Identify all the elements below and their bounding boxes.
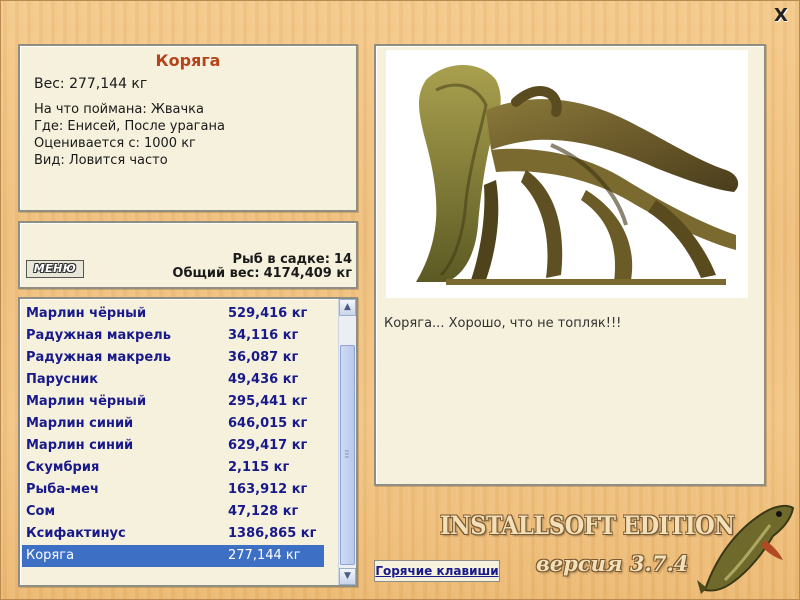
fish-name: Радужная макрель (26, 328, 171, 343)
fish-name: Ксифактинус (26, 526, 126, 541)
total-weight-value: 4174,409 кг (263, 266, 352, 281)
fish-weight: 36,087 кг (228, 350, 299, 365)
fish-weight: 529,416 кг (228, 306, 308, 321)
menu-button[interactable]: МЕНЮ (26, 260, 84, 278)
scroll-up-button[interactable]: ▲ (339, 299, 356, 316)
detail-rarity: Вид: Ловится часто (34, 153, 168, 168)
fish-name: Скумбрия (26, 460, 100, 475)
scroll-down-button[interactable]: ▼ (339, 568, 356, 585)
fish-name: Марлин синий (26, 438, 134, 453)
detail-valuation: Оценивается с: 1000 кг (34, 136, 196, 151)
list-item[interactable]: Марлин синий 646,015 кг (22, 413, 324, 435)
list-item[interactable]: Скумбрия 2,115 кг (22, 457, 324, 479)
fish-title: Коряга (155, 51, 221, 70)
fish-name: Марлин синий (26, 416, 134, 431)
fish-name: Парусник (26, 372, 99, 387)
fish-weight: 295,441 кг (228, 394, 308, 409)
fish-name: Марлин чёрный (26, 306, 147, 321)
list-item[interactable]: Сом 47,128 кг (22, 501, 324, 523)
fish-weight: 34,116 кг (228, 328, 299, 343)
driftwood-image (416, 65, 739, 285)
list-item[interactable]: Радужная макрель 36,087 кг (22, 347, 324, 369)
fish-weight: 1386,865 кг (228, 526, 317, 541)
fish-weight: 629,417 кг (228, 438, 308, 453)
brand-logo-text: INSTALLSOFT EDITION (440, 511, 735, 540)
keepnet-summary-panel: МЕНЮ Рыб в садке: 14 Общий вес: 4174,409 к… (18, 221, 358, 289)
list-item[interactable]: Парусник 49,436 кг (22, 369, 324, 391)
list-item[interactable]: Ксифактинус 1386,865 кг (22, 523, 324, 545)
fish-viewer-panel: Коряга... Хорошо, что не топляк!!! (374, 44, 766, 486)
fish-name: Радужная макрель (26, 350, 171, 365)
fish-name: Сом (26, 504, 56, 519)
scroll-thumb[interactable]: ━ ━ ━ (340, 345, 355, 565)
fish-weight: 49,436 кг (228, 372, 299, 387)
fish-name: Марлин чёрный (26, 394, 147, 409)
fish-details: На что поймана: Жвачка Где: Енисей, Посл… (34, 101, 356, 169)
list-item[interactable]: Радужная макрель 34,116 кг (22, 325, 324, 347)
detail-bait: На что поймана: Жвачка (34, 102, 204, 117)
catch-list: Марлин чёрный 529,416 кг Радужная макрель 3… (22, 303, 324, 567)
fish-weight: Вес: 277,144 кг (34, 76, 148, 92)
pike-fish-icon (695, 500, 797, 596)
fish-name: Коряга (26, 548, 75, 563)
catch-list-panel: Марлин чёрный 529,416 кг Радужная макрель 3… (18, 297, 358, 587)
fish-caption: Коряга... Хорошо, что не топляк!!! (384, 316, 622, 331)
driftwood-photo (386, 50, 748, 298)
list-item[interactable]: Марлин чёрный 295,441 кг (22, 391, 324, 413)
list-item[interactable]: Марлин синий 629,417 кг (22, 435, 324, 457)
list-item[interactable]: Рыба-меч 163,912 кг (22, 479, 324, 501)
keepnet-stats: Рыб в садке: 14 Общий вес: 4174,409 кг (172, 253, 352, 281)
list-item[interactable]: Марлин чёрный 529,416 кг (22, 303, 324, 325)
fish-weight: 47,128 кг (228, 504, 299, 519)
detail-location: Где: Енисей, После урагана (34, 119, 225, 134)
version-label: версия 3.7.4 (536, 551, 689, 576)
fish-weight: 163,912 кг (228, 482, 308, 497)
fish-weight: 646,015 кг (228, 416, 308, 431)
fish-weight: 277,144 кг (228, 548, 301, 563)
fish-weight: 2,115 кг (228, 460, 290, 475)
grip-icon: ━ ━ ━ (345, 448, 349, 461)
fish-name: Рыба-меч (26, 482, 99, 497)
fish-count-value: 14 (333, 252, 352, 267)
hotkeys-button[interactable]: Горячие клавиши (374, 560, 500, 582)
list-item[interactable]: Коряга 277,144 кг (22, 545, 324, 567)
list-scrollbar[interactable]: ▲ ━ ━ ━ ▼ (338, 299, 356, 585)
close-button[interactable]: X (772, 7, 790, 25)
fish-info-panel: Коряга Вес: 277,144 кг На что поймана: Ж… (18, 44, 358, 212)
total-weight-label: Общий вес: (172, 266, 260, 281)
fish-count-label: Рыб в садке: (232, 252, 330, 267)
